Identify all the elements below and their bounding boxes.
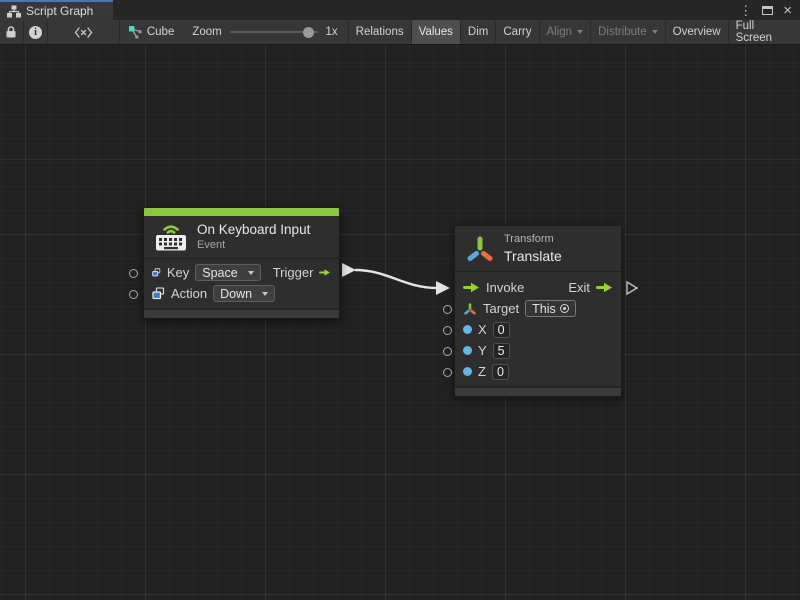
zoom-slider[interactable]	[230, 31, 318, 33]
value-port-icon	[152, 287, 165, 300]
value-dot-icon	[463, 367, 472, 376]
carry-button[interactable]: Carry	[495, 20, 538, 44]
flow-arrow-icon	[463, 282, 480, 293]
transform-icon	[465, 234, 495, 264]
translate-node-rows: Invoke Exit Target	[455, 272, 621, 386]
x-label: X	[478, 322, 487, 337]
tab-strip: Script Graph ⋮ ×	[0, 0, 800, 20]
close-icon[interactable]: ×	[783, 3, 792, 18]
flow-arrow-icon	[319, 267, 331, 278]
info-icon: i	[29, 26, 42, 39]
event-node-rows: Key Space Trigger Act	[144, 259, 339, 308]
transform-mini-icon	[463, 302, 477, 316]
translate-node-footer	[455, 386, 621, 396]
graph-icon	[7, 5, 21, 18]
z-value-field[interactable]: 0	[492, 364, 509, 380]
invoke-label: Invoke	[486, 280, 524, 295]
action-row: Action Down	[144, 283, 339, 304]
key-input-port[interactable]	[129, 269, 138, 278]
titlebar-spacer	[113, 0, 739, 20]
overview-button[interactable]: Overview	[665, 20, 728, 44]
connection-wire	[355, 270, 437, 288]
event-node-subtitle: Event	[197, 239, 310, 253]
object-picker-icon	[560, 304, 569, 313]
wire-layer	[0, 45, 800, 600]
y-label: Y	[478, 343, 487, 358]
lock-button[interactable]	[0, 20, 24, 44]
keyboard-icon	[154, 222, 188, 252]
distribute-dropdown-button: Distribute	[590, 20, 665, 44]
event-node-header: On Keyboard Input Event	[144, 216, 339, 259]
value-dot-icon	[463, 346, 472, 355]
translate-node-category: Transform	[504, 232, 562, 246]
full-screen-button[interactable]: Full Screen	[728, 20, 800, 44]
value-dot-icon	[463, 325, 472, 334]
trigger-label: Trigger	[273, 265, 314, 280]
chevron-down-icon	[248, 271, 254, 275]
exit-label: Exit	[568, 280, 590, 295]
x-value-field[interactable]: 0	[493, 322, 510, 338]
on-keyboard-input-node[interactable]: On Keyboard Input Event Key Space Trigge…	[143, 207, 340, 319]
graph-canvas[interactable]: On Keyboard Input Event Key Space Trigge…	[0, 45, 800, 600]
target-row: Target This	[455, 298, 621, 319]
key-label: Key	[167, 265, 189, 280]
translate-node-header: Transform Translate	[455, 226, 621, 272]
y-input-port[interactable]	[443, 347, 452, 356]
event-node-footer	[144, 308, 339, 318]
relations-button[interactable]: Relations	[348, 20, 411, 44]
dim-button[interactable]: Dim	[460, 20, 495, 44]
script-graph-window: Script Graph ⋮ × i	[0, 0, 800, 600]
flow-arrow-icon	[596, 282, 613, 293]
chevron-down-icon	[577, 30, 583, 34]
code-icon	[74, 26, 93, 39]
toolbar-toggle-group: Relations Values Dim Carry Align Distrib…	[348, 20, 800, 44]
y-value-field[interactable]: 5	[493, 343, 510, 359]
values-button[interactable]: Values	[411, 20, 460, 44]
x-row: X 0	[455, 319, 621, 340]
zoom-label: Zoom	[192, 26, 221, 38]
target-object-button[interactable]: This	[525, 300, 576, 317]
action-dropdown[interactable]: Down	[213, 285, 275, 302]
translate-node[interactable]: Transform Translate Invoke Exit	[454, 225, 622, 397]
tab-script-graph[interactable]: Script Graph	[0, 0, 113, 20]
z-label: Z	[478, 364, 486, 379]
key-dropdown[interactable]: Space	[195, 264, 260, 281]
event-node-title: On Keyboard Input	[197, 222, 310, 239]
target-input-port[interactable]	[443, 305, 452, 314]
target-label: Target	[483, 301, 519, 316]
exit-output-port[interactable]	[627, 282, 637, 294]
zoom-value: 1x	[326, 26, 338, 38]
key-row: Key Space Trigger	[144, 262, 339, 283]
chevron-down-icon	[652, 30, 658, 34]
target-label: Cube	[147, 26, 175, 38]
translate-node-title: Translate	[504, 247, 562, 265]
chevron-down-icon	[262, 292, 268, 296]
z-input-port[interactable]	[443, 368, 452, 377]
value-port-icon	[152, 266, 161, 279]
align-dropdown-button: Align	[539, 20, 591, 44]
y-row: Y 5	[455, 340, 621, 361]
z-row: Z 0	[455, 361, 621, 382]
lock-icon	[5, 25, 17, 39]
code-preview-button[interactable]	[48, 20, 120, 44]
trigger-output-port[interactable]	[342, 263, 356, 277]
window-menu-icon[interactable]: ⋮	[739, 4, 752, 17]
event-accent-bar	[144, 208, 339, 216]
invoke-exit-row: Invoke Exit	[455, 277, 621, 298]
graph-target[interactable]: Cube	[120, 20, 183, 44]
action-input-port[interactable]	[129, 290, 138, 299]
action-label: Action	[171, 286, 207, 301]
zoom-slider-handle[interactable]	[303, 27, 314, 38]
zoom-control: Zoom 1x	[182, 20, 347, 44]
invoke-input-port[interactable]	[436, 281, 450, 295]
graph-pointer-icon	[128, 25, 142, 39]
x-input-port[interactable]	[443, 326, 452, 335]
graph-toolbar: i Cube Zoom 1x Relations Values	[0, 20, 800, 45]
tab-label: Script Graph	[26, 4, 93, 18]
maximize-icon[interactable]	[762, 6, 773, 15]
info-button[interactable]: i	[24, 20, 48, 44]
